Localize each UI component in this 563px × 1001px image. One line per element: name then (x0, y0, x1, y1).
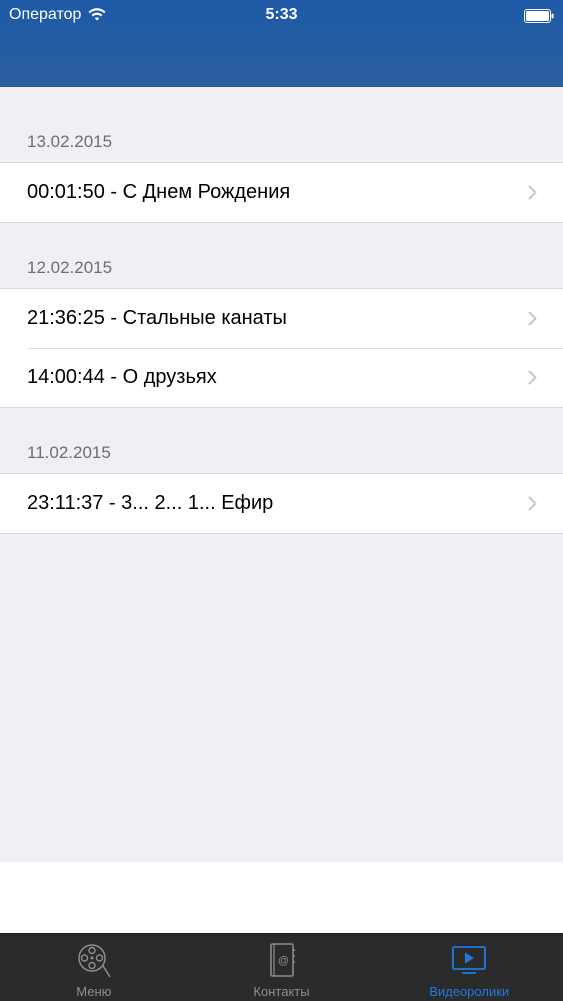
film-reel-icon (78, 944, 111, 978)
section-date: 12.02.2015 (27, 258, 113, 277)
list-item[interactable]: 14:00:44 - О друзьях (0, 348, 563, 407)
tab-label: Видеоролики (429, 984, 510, 999)
list-item[interactable]: 23:11:37 - 3... 2... 1... Ефир (0, 474, 563, 533)
section-group: 00:01:50 - С Днем Рождения (0, 162, 563, 223)
section-date: 13.02.2015 (27, 132, 113, 151)
chevron-right-icon (528, 311, 537, 325)
tab-label: Меню (76, 984, 112, 999)
status-bar: Оператор 5:33 (0, 0, 563, 30)
tab-label: Контакты (253, 984, 310, 999)
section-date: 11.02.2015 (27, 443, 111, 462)
tab-videos[interactable]: Видеоролики (375, 934, 563, 1001)
list-item-label: 21:36:25 - Стальные канаты (27, 307, 287, 329)
tab-bar: Меню @ Контакты Видеоролики (0, 933, 563, 1001)
list-item[interactable]: 21:36:25 - Стальные канаты (0, 289, 563, 348)
video-list[interactable]: 13.02.2015 00:01:50 - С Днем Рождения 12… (0, 87, 563, 862)
section-group: 23:11:37 - 3... 2... 1... Ефир (0, 473, 563, 534)
chevron-right-icon (528, 370, 537, 384)
list-item-label: 14:00:44 - О друзьях (27, 366, 217, 388)
status-time: 5:33 (265, 6, 298, 23)
tab-contacts[interactable]: @ Контакты (188, 934, 376, 1001)
section-header: 13.02.2015 (0, 87, 563, 162)
chevron-right-icon (528, 496, 537, 510)
list-item-label: 00:01:50 - С Днем Рождения (27, 181, 291, 203)
navigation-header: Оператор 5:33 (0, 0, 563, 87)
section-group: 21:36:25 - Стальные канаты 14:00:44 - О … (0, 288, 563, 408)
battery-icon (524, 9, 554, 23)
list-item-label: 23:11:37 - 3... 2... 1... Ефир (27, 492, 274, 514)
content-footer-space (0, 862, 563, 934)
list-item[interactable]: 00:01:50 - С Днем Рождения (0, 163, 563, 222)
section-header: 12.02.2015 (0, 223, 563, 288)
chevron-right-icon (528, 185, 537, 199)
section-header: 11.02.2015 (0, 408, 563, 473)
tab-menu[interactable]: Меню (0, 934, 188, 1001)
svg-text:@: @ (277, 955, 288, 967)
contacts-book-icon: @ (269, 943, 295, 977)
video-play-icon (452, 946, 487, 974)
